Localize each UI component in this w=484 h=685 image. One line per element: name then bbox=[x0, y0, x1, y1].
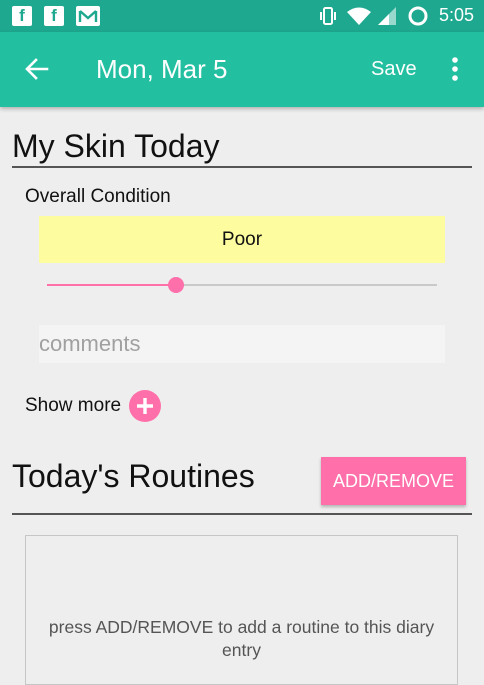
page-title: Mon, Mar 5 bbox=[96, 54, 228, 84]
vibrate-icon bbox=[318, 6, 338, 26]
status-time: 5:05 bbox=[438, 5, 474, 25]
condition-slider[interactable] bbox=[47, 277, 437, 293]
routines-section-divider bbox=[12, 513, 472, 515]
overall-condition-label: Overall Condition bbox=[25, 186, 171, 207]
arrow-left-icon bbox=[25, 58, 49, 80]
show-more-button[interactable]: Show more bbox=[25, 389, 162, 423]
routines-section-title: Today's Routines bbox=[12, 458, 255, 494]
comments-input[interactable] bbox=[39, 325, 445, 363]
slider-thumb[interactable] bbox=[167, 277, 184, 293]
plus-icon[interactable] bbox=[129, 390, 162, 422]
sync-icon bbox=[407, 6, 429, 26]
overflow-menu-button[interactable] bbox=[441, 50, 469, 88]
gmail-icon bbox=[76, 6, 100, 26]
skin-section-divider bbox=[12, 166, 472, 168]
slider-fill bbox=[47, 284, 176, 286]
status-bar: f f 5:05 bbox=[0, 0, 484, 32]
routines-empty-hint: press ADD/REMOVE to add a routine to thi… bbox=[48, 617, 435, 660]
routines-list: press ADD/REMOVE to add a routine to thi… bbox=[25, 535, 458, 685]
signal-icon bbox=[376, 6, 398, 26]
save-button[interactable]: Save bbox=[371, 58, 417, 81]
skin-section-title: My Skin Today bbox=[12, 128, 220, 164]
show-more-label: Show more bbox=[25, 395, 122, 416]
facebook-icon: f bbox=[44, 6, 64, 26]
condition-value: Poor bbox=[221, 228, 263, 250]
facebook-icon: f bbox=[12, 6, 32, 26]
back-button[interactable] bbox=[18, 50, 56, 88]
app-bar: Mon, Mar 5 Save bbox=[0, 32, 484, 107]
condition-value-display: Poor bbox=[39, 216, 445, 263]
wifi-icon bbox=[346, 6, 372, 26]
more-vertical-icon bbox=[452, 57, 458, 81]
add-remove-button[interactable]: ADD/REMOVE bbox=[321, 457, 466, 505]
